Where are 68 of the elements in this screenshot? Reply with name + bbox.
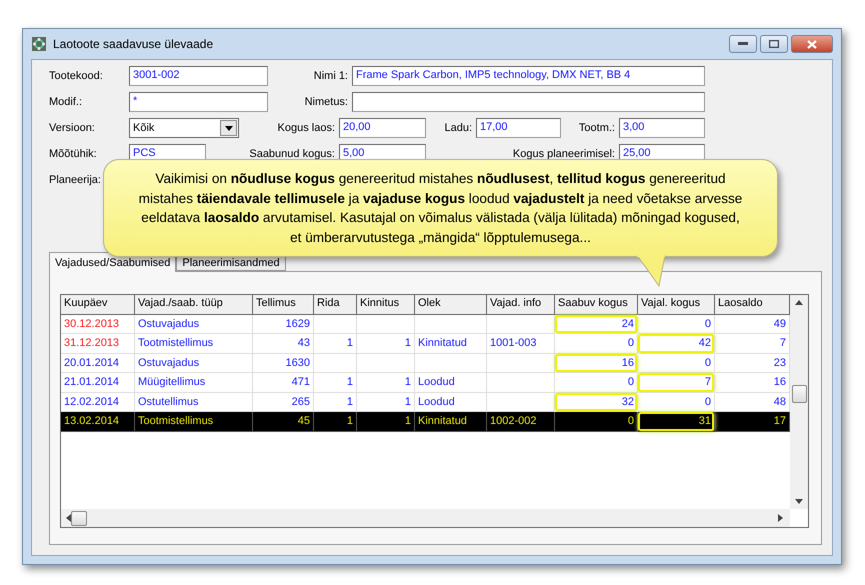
- column-header[interactable]: Kinnitus: [357, 295, 415, 314]
- column-header[interactable]: Laosaldo: [715, 295, 790, 314]
- minimize-icon: [738, 42, 748, 46]
- maximize-icon: [769, 40, 779, 48]
- window-title: Laotoote saadavuse ülevaade: [53, 37, 214, 51]
- field-label: Kogus laos:: [276, 122, 336, 134]
- vertical-scrollbar[interactable]: [790, 295, 808, 509]
- field-label: Tootm.:: [578, 122, 616, 134]
- field-label: Versioon:: [49, 122, 96, 134]
- column-header[interactable]: Vajal. kogus: [638, 295, 715, 314]
- table-cell: 1: [314, 412, 357, 432]
- input-field[interactable]: 3,00: [619, 118, 705, 138]
- dropdown-button[interactable]: [220, 120, 237, 136]
- scroll-thumb[interactable]: [71, 510, 87, 526]
- column-header[interactable]: Vajad. info: [487, 295, 555, 314]
- table-cell: 0: [638, 314, 715, 334]
- input-field[interactable]: 3001-002: [129, 66, 268, 86]
- column-header[interactable]: Olek: [415, 295, 487, 314]
- selected-row[interactable]: 13.02.2014 Tootmistellimus 45 1 1 Kinnitatud 1002-002 0 31 17: [61, 412, 790, 432]
- column-header[interactable]: Vajad./saab. tüüp: [135, 295, 253, 314]
- field-label: Ladu:: [443, 122, 473, 134]
- caret-icon: [224, 126, 232, 130]
- field-label: Kogus planeerimisel:: [512, 148, 616, 160]
- table-cell: 7: [638, 373, 715, 392]
- column-header[interactable]: Saabuv kogus: [555, 295, 638, 314]
- column-header[interactable]: Tellimus: [253, 295, 314, 314]
- minimize-button[interactable]: [729, 35, 757, 53]
- scroll-down-icon[interactable]: [795, 499, 803, 505]
- scroll-thumb[interactable]: [792, 385, 806, 403]
- field-label: Mõõtühik:: [49, 148, 98, 160]
- field-label: Planeerija:: [49, 174, 102, 186]
- version-dropdown[interactable]: Kõik: [129, 118, 239, 138]
- table-cell: 1: [357, 412, 415, 432]
- table-cell: 0: [555, 412, 638, 432]
- horizontal-scrollbar[interactable]: [61, 509, 790, 527]
- callout-text: Vaikimisi on nõudluse kogus genereeritud mistahes nõudlusest, tellitud kogus genereeritud mistahes täiendavale tellimusele ja vajaduse kogus loodud vajadustelt ja need võetakse arvesse eeldatava laosaldo arvutamisel. Kasutajal on võimalus välistada (välja lülitada) mõningad kogused, et ümberarvutustega „mängida“ lõpptulemusega...: [138, 170, 744, 247]
- scroll-up-icon[interactable]: [795, 299, 803, 305]
- field-label: Nimetus:: [304, 96, 349, 108]
- table-cell: 32: [555, 392, 638, 412]
- table-cell: 0: [638, 354, 715, 373]
- input-field[interactable]: 17,00: [476, 118, 561, 138]
- table-cell: Kinnitatud: [415, 412, 487, 432]
- input-field[interactable]: Frame Spark Carbon, IMP5 technology, DMX NET, BB 4: [352, 66, 705, 86]
- field-label: Modif.:: [49, 96, 84, 108]
- table-cell: 0: [555, 334, 638, 354]
- column-header[interactable]: Rida: [314, 295, 357, 314]
- table-cell: 1002-002: [487, 412, 555, 432]
- table-cell: Tootmistellimus: [135, 412, 253, 432]
- field-label: Nimi 1:: [312, 70, 349, 82]
- close-icon: [807, 40, 817, 48]
- table-cell: 31: [638, 412, 715, 432]
- table-cell: 42: [638, 334, 715, 354]
- field-label: Tootekood:: [49, 70, 104, 82]
- input-field[interactable]: *: [129, 92, 268, 112]
- close-button[interactable]: [791, 35, 833, 53]
- table-cell: 0: [555, 373, 638, 392]
- table-cell: 24: [555, 314, 638, 334]
- field-label: Saabunud kogus:: [248, 148, 336, 160]
- column-header[interactable]: Kuupäev: [61, 295, 135, 314]
- input-field[interactable]: 20,00: [339, 118, 426, 138]
- table-cell: 13.02.2014: [61, 412, 135, 432]
- input-field[interactable]: [352, 92, 705, 112]
- app-icon: [31, 36, 47, 52]
- table-cell: 0: [638, 392, 715, 412]
- table-cell: 16: [555, 354, 638, 373]
- maximize-button[interactable]: [760, 35, 788, 53]
- table-cell: 45: [253, 412, 314, 432]
- scroll-right-icon[interactable]: [778, 514, 784, 522]
